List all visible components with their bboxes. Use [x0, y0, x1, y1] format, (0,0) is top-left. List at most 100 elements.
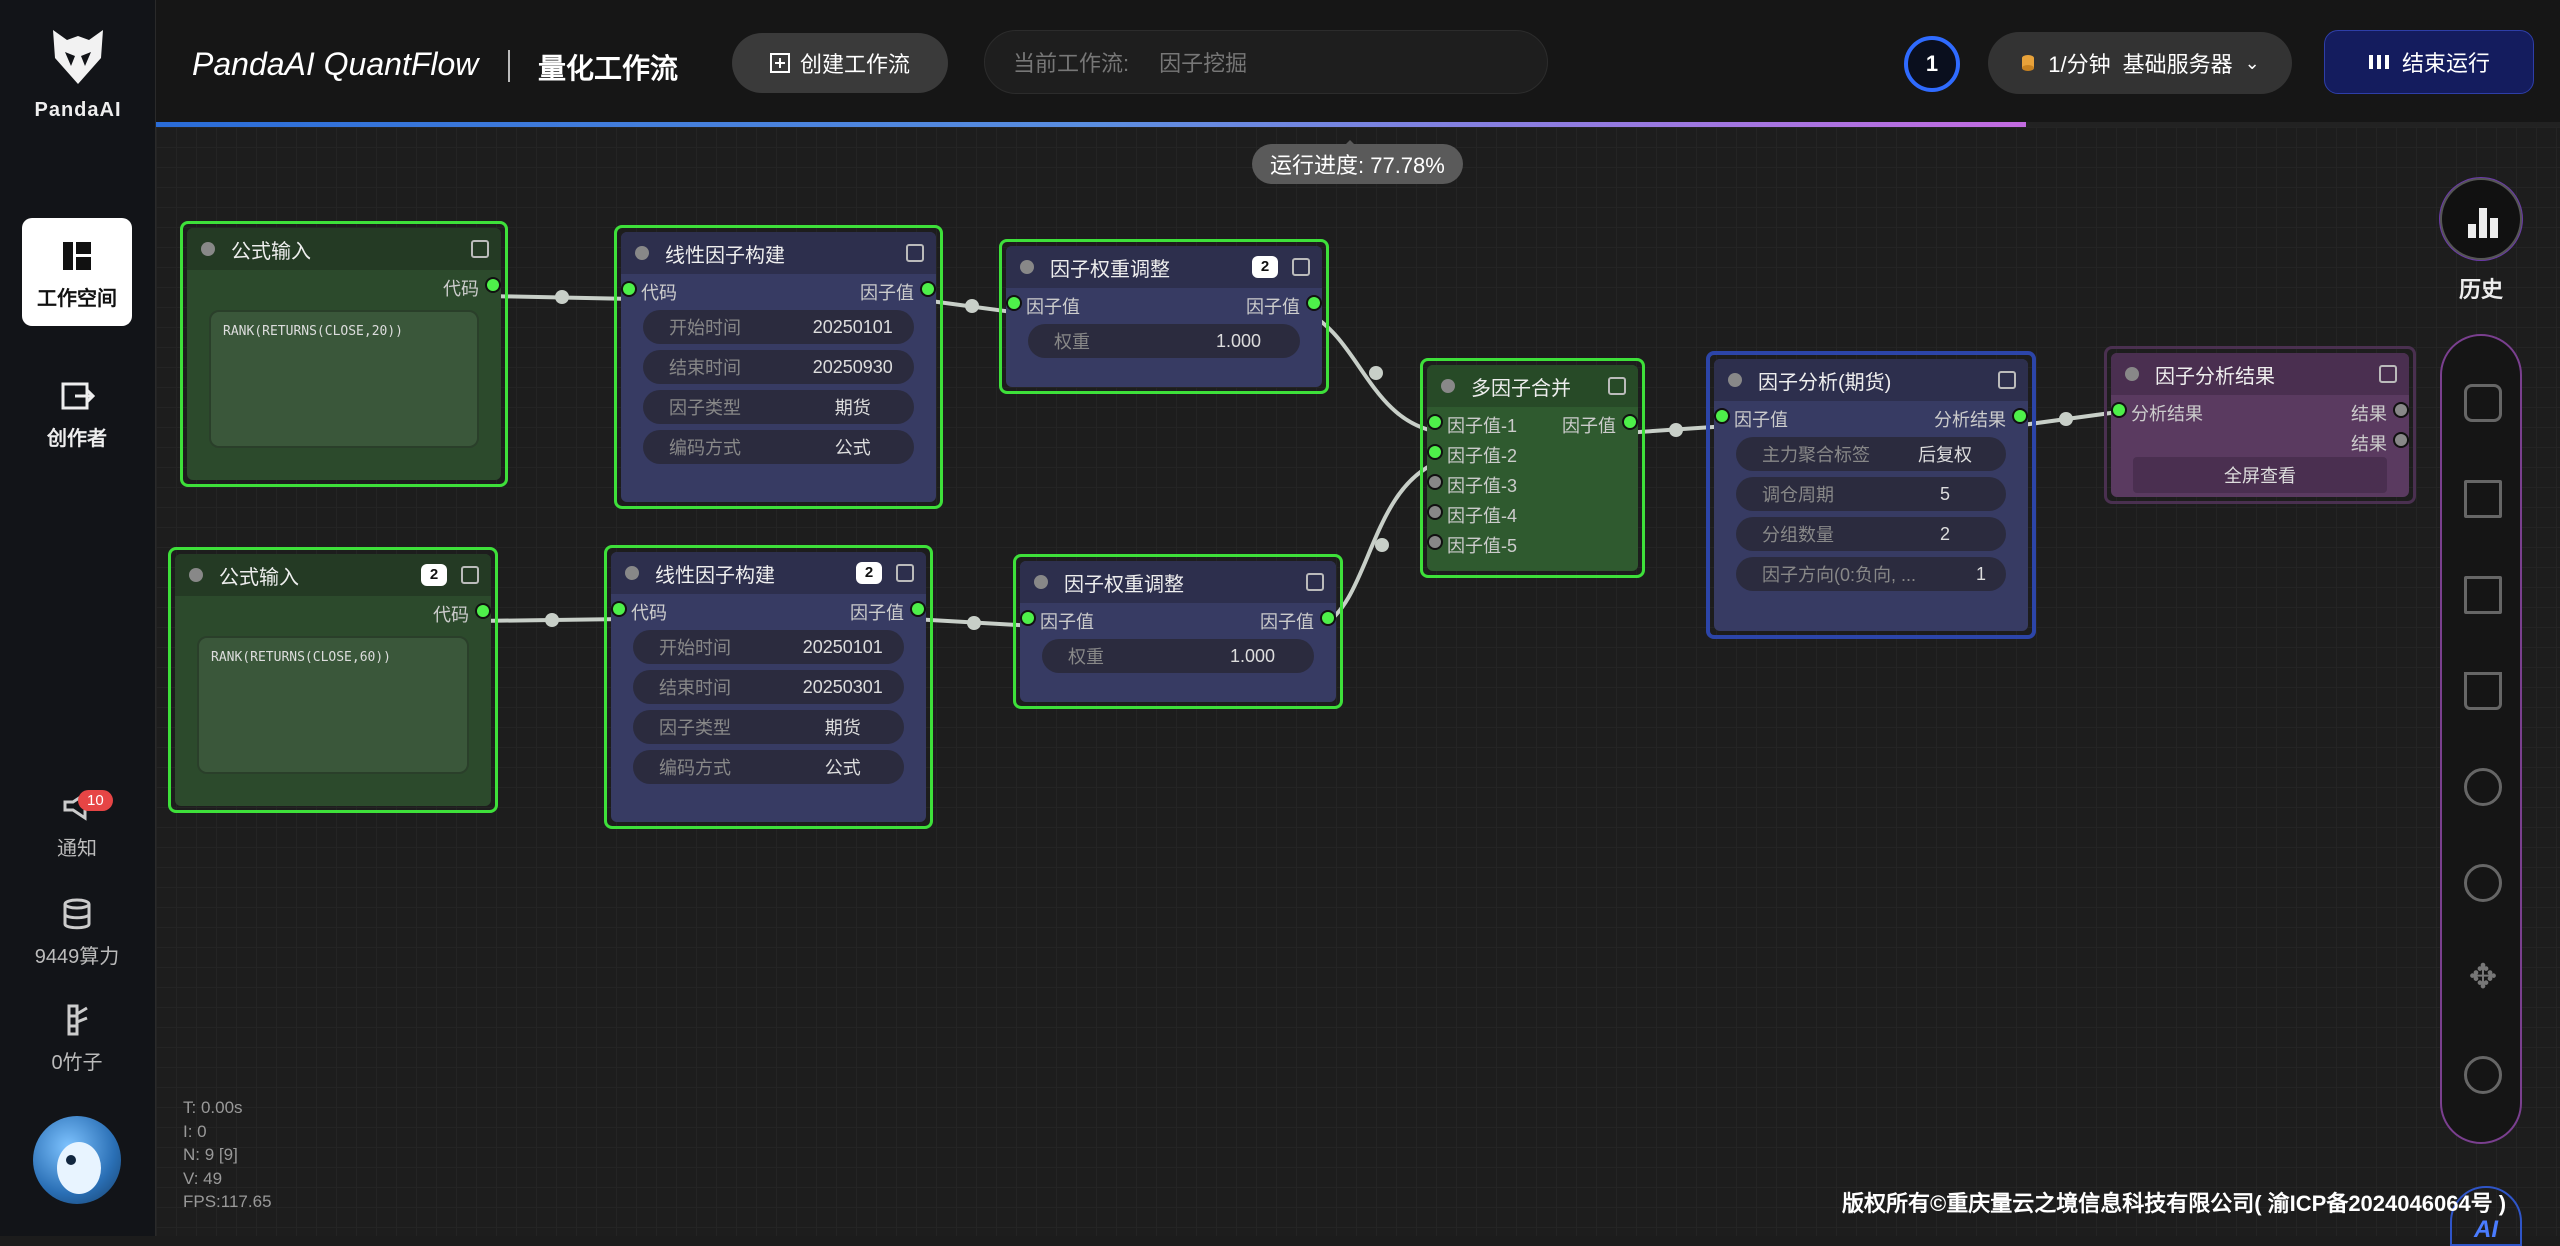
- rebalance-period-field[interactable]: 调仓周期 5: [1736, 477, 2006, 511]
- fullscreen-view-button[interactable]: 全屏查看: [2133, 457, 2387, 493]
- logo[interactable]: PandaAI: [0, 22, 156, 122]
- start-date-field[interactable]: 开始时间 20250101: [643, 310, 914, 344]
- port-label: 代码: [631, 603, 667, 623]
- stat-fps: FPS:117.65: [183, 1192, 272, 1211]
- node-formula-input-1[interactable]: 公式输入 代码 RANK(RETURNS(CLOSE,20)): [180, 221, 508, 487]
- weight-field[interactable]: 权重 1.000: [1042, 639, 1314, 673]
- status-dot: [1728, 373, 1742, 387]
- output-port[interactable]: [1308, 297, 1320, 309]
- edit-icon[interactable]: [1998, 371, 2016, 389]
- end-date-field[interactable]: 结束时间 20250301: [633, 670, 904, 704]
- sidebar-item-notify[interactable]: 10 通知: [22, 788, 132, 861]
- encoding-field[interactable]: 编码方式 公式: [633, 750, 904, 784]
- node-factor-analysis-result[interactable]: 因子分析结果 分析结果 结果 结果 全屏查看: [2104, 346, 2416, 504]
- node-factor-weight-1[interactable]: 因子权重调整 2 因子值 因子值 权重 1.000: [999, 239, 1329, 394]
- input-port[interactable]: [1716, 410, 1728, 422]
- node-header[interactable]: 因子分析结果: [2111, 353, 2409, 395]
- output-port[interactable]: [2395, 434, 2407, 446]
- port-label: 因子值: [850, 603, 904, 623]
- refresh-icon[interactable]: [2464, 1056, 2502, 1094]
- port-label: 分析结果: [1934, 410, 2006, 430]
- stat-i: I: 0: [183, 1121, 207, 1141]
- node-header[interactable]: 线性因子构建 2: [611, 552, 926, 594]
- input-port[interactable]: [1429, 416, 1441, 428]
- sidebar-item-workspace[interactable]: 工作空间: [22, 218, 132, 326]
- input-port[interactable]: [623, 283, 635, 295]
- edit-icon[interactable]: [1306, 573, 1324, 591]
- factor-direction-field[interactable]: 因子方向(0:负向, ... 1: [1736, 557, 2006, 591]
- node-header[interactable]: 因子权重调整 2: [1006, 246, 1322, 288]
- trash-icon[interactable]: [2464, 672, 2502, 710]
- stop-run-button[interactable]: 结束运行: [2324, 30, 2534, 94]
- factor-type-field[interactable]: 因子类型 期货: [643, 390, 914, 424]
- port-label: 因子值: [1026, 297, 1080, 317]
- adjust-tag-field[interactable]: 主力聚合标签 后复权: [1736, 437, 2006, 471]
- run-count-indicator[interactable]: 1: [1904, 36, 1960, 92]
- weight-field[interactable]: 权重 1.000: [1028, 324, 1300, 358]
- sidebar-item-compute[interactable]: 9449算力: [22, 896, 132, 969]
- output-port[interactable]: [912, 603, 924, 615]
- node-header[interactable]: 线性因子构建: [621, 232, 936, 274]
- output-port[interactable]: [487, 279, 499, 291]
- current-workflow-value: 因子挖掘: [1159, 51, 1248, 76]
- avatar-image: [57, 1142, 101, 1194]
- current-workflow-field[interactable]: 当前工作流: 因子挖掘: [984, 30, 1548, 94]
- history-button[interactable]: [2440, 178, 2522, 260]
- logout-icon: [61, 382, 95, 410]
- code-editor[interactable]: RANK(RETURNS(CLOSE,60)): [197, 636, 469, 774]
- node-linear-factor-1[interactable]: 线性因子构建 代码 因子值 开始时间 20250101 结束时间 20250930 因…: [614, 225, 943, 509]
- edit-icon[interactable]: [2379, 365, 2397, 383]
- output-port[interactable]: [477, 605, 489, 617]
- input-port[interactable]: [1008, 297, 1020, 309]
- zoom-out-icon[interactable]: [2464, 864, 2502, 902]
- sidebar-item-label: 9449算力: [34, 946, 120, 968]
- sidebar-item-creator[interactable]: 创作者: [22, 378, 132, 451]
- sidebar-item-bamboo[interactable]: 0竹子: [22, 1002, 132, 1075]
- workflow-canvas[interactable]: [156, 127, 2560, 1236]
- node-header[interactable]: 公式输入: [187, 228, 501, 270]
- edit-icon[interactable]: [461, 566, 479, 584]
- export-icon[interactable]: [2464, 480, 2502, 518]
- edit-icon[interactable]: [471, 240, 489, 258]
- create-workflow-button[interactable]: 创建工作流: [732, 33, 948, 93]
- start-date-field[interactable]: 开始时间 20250101: [633, 630, 904, 664]
- input-port[interactable]: [1429, 506, 1441, 518]
- import-icon[interactable]: [2464, 576, 2502, 614]
- output-port[interactable]: [1624, 416, 1636, 428]
- encoding-field[interactable]: 编码方式 公式: [643, 430, 914, 464]
- code-editor[interactable]: RANK(RETURNS(CLOSE,20)): [209, 310, 479, 448]
- input-port[interactable]: [1429, 476, 1441, 488]
- edit-icon[interactable]: [896, 564, 914, 582]
- progress-tooltip: 运行进度: 77.78%: [1252, 140, 1463, 184]
- node-header[interactable]: 因子分析(期货): [1714, 359, 2028, 401]
- avatar[interactable]: [33, 1116, 121, 1204]
- output-port[interactable]: [2014, 410, 2026, 422]
- edit-icon[interactable]: [1292, 258, 1310, 276]
- server-select[interactable]: 1/分钟 基础服务器 ⌄: [1988, 32, 2292, 94]
- input-port[interactable]: [613, 603, 625, 615]
- group-count-field[interactable]: 分组数量 2: [1736, 517, 2006, 551]
- output-port[interactable]: [922, 283, 934, 295]
- zoom-in-icon[interactable]: [2464, 768, 2502, 806]
- input-port[interactable]: [2113, 404, 2125, 416]
- node-formula-input-2[interactable]: 公式输入 2 代码 RANK(RETURNS(CLOSE,60)): [168, 547, 498, 813]
- save-icon[interactable]: [2464, 384, 2502, 422]
- node-multi-factor-merge[interactable]: 多因子合并 因子值-1 因子值 因子值-2 因子值-3 因子值-4 因子值-5: [1420, 358, 1645, 578]
- node-header[interactable]: 因子权重调整: [1020, 561, 1336, 603]
- node-factor-analysis[interactable]: 因子分析(期货) 因子值 分析结果 主力聚合标签 后复权 调仓周期 5 分组数量 2 因…: [1706, 351, 2036, 639]
- port-label: 代码: [641, 283, 677, 303]
- output-port[interactable]: [1322, 612, 1334, 624]
- input-port[interactable]: [1429, 446, 1441, 458]
- node-header[interactable]: 公式输入 2: [175, 554, 491, 596]
- factor-type-field[interactable]: 因子类型 期货: [633, 710, 904, 744]
- input-port[interactable]: [1429, 536, 1441, 548]
- edit-icon[interactable]: [1608, 377, 1626, 395]
- input-port[interactable]: [1022, 612, 1034, 624]
- node-header[interactable]: 多因子合并: [1427, 365, 1638, 407]
- end-date-field[interactable]: 结束时间 20250930: [643, 350, 914, 384]
- output-port[interactable]: [2395, 404, 2407, 416]
- node-linear-factor-2[interactable]: 线性因子构建 2 代码 因子值 开始时间 20250101 结束时间 20250301 …: [604, 545, 933, 829]
- node-factor-weight-2[interactable]: 因子权重调整 因子值 因子值 权重 1.000: [1013, 554, 1343, 709]
- edit-icon[interactable]: [906, 244, 924, 262]
- fit-view-icon[interactable]: ✥: [2464, 960, 2502, 998]
